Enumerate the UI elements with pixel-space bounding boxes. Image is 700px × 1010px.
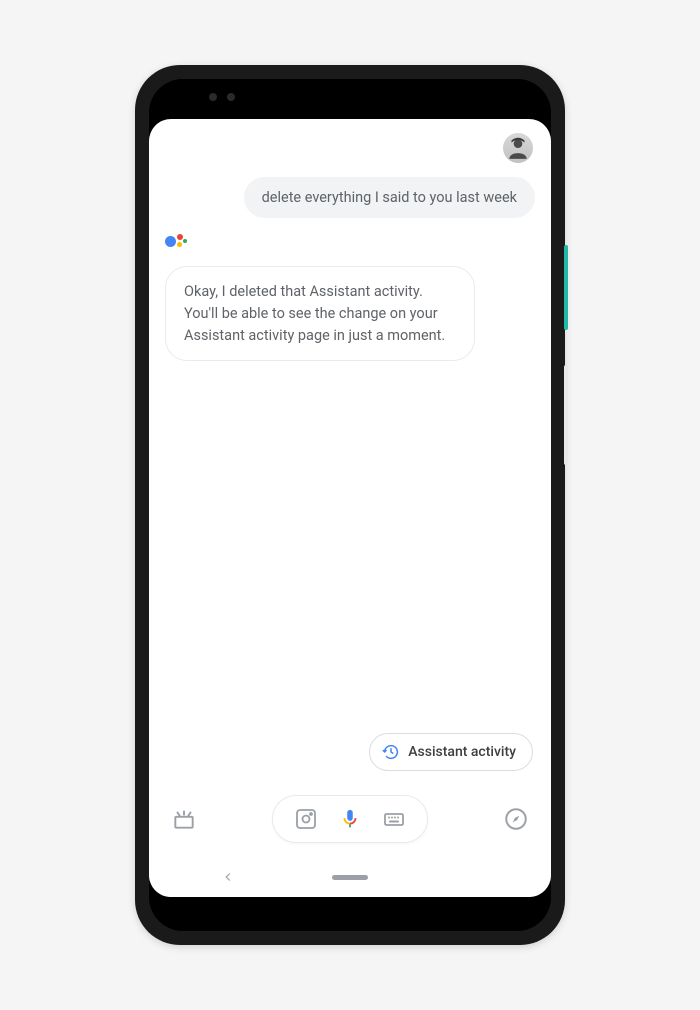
mic-icon[interactable] — [339, 808, 361, 830]
assistant-activity-chip[interactable]: Assistant activity — [369, 733, 533, 771]
assistant-message-text: Okay, I deleted that Assistant activity.… — [184, 283, 445, 344]
keyboard-icon[interactable] — [381, 806, 407, 832]
volume-button — [564, 365, 568, 465]
chip-label: Assistant activity — [408, 744, 516, 760]
bottom-action-bar — [149, 785, 551, 857]
history-icon — [382, 743, 400, 761]
system-nav-bar — [149, 857, 551, 897]
google-assistant-icon — [165, 234, 187, 256]
power-button — [564, 245, 568, 330]
header — [149, 119, 551, 171]
avatar[interactable] — [503, 133, 533, 163]
conversation-area: delete everything I said to you last wee… — [149, 171, 551, 733]
assistant-logo-row — [165, 232, 535, 256]
camera-sensors — [209, 93, 235, 101]
nav-home-pill[interactable] — [332, 875, 368, 880]
nav-back-icon[interactable] — [221, 870, 235, 884]
input-pill — [272, 795, 428, 843]
user-message-text: delete everything I said to you last wee… — [262, 189, 517, 206]
phone-frame: delete everything I said to you last wee… — [135, 65, 565, 945]
lens-icon[interactable] — [293, 806, 319, 832]
user-message-bubble: delete everything I said to you last wee… — [244, 177, 535, 218]
discover-icon[interactable] — [171, 806, 197, 832]
screen: delete everything I said to you last wee… — [149, 119, 551, 897]
user-avatar-icon — [505, 135, 531, 161]
compass-icon[interactable] — [503, 806, 529, 832]
phone-inner: delete everything I said to you last wee… — [149, 79, 551, 931]
suggestion-chip-row: Assistant activity — [149, 733, 551, 785]
bezel-bottom — [149, 897, 551, 931]
assistant-message-bubble: Okay, I deleted that Assistant activity.… — [165, 266, 475, 361]
